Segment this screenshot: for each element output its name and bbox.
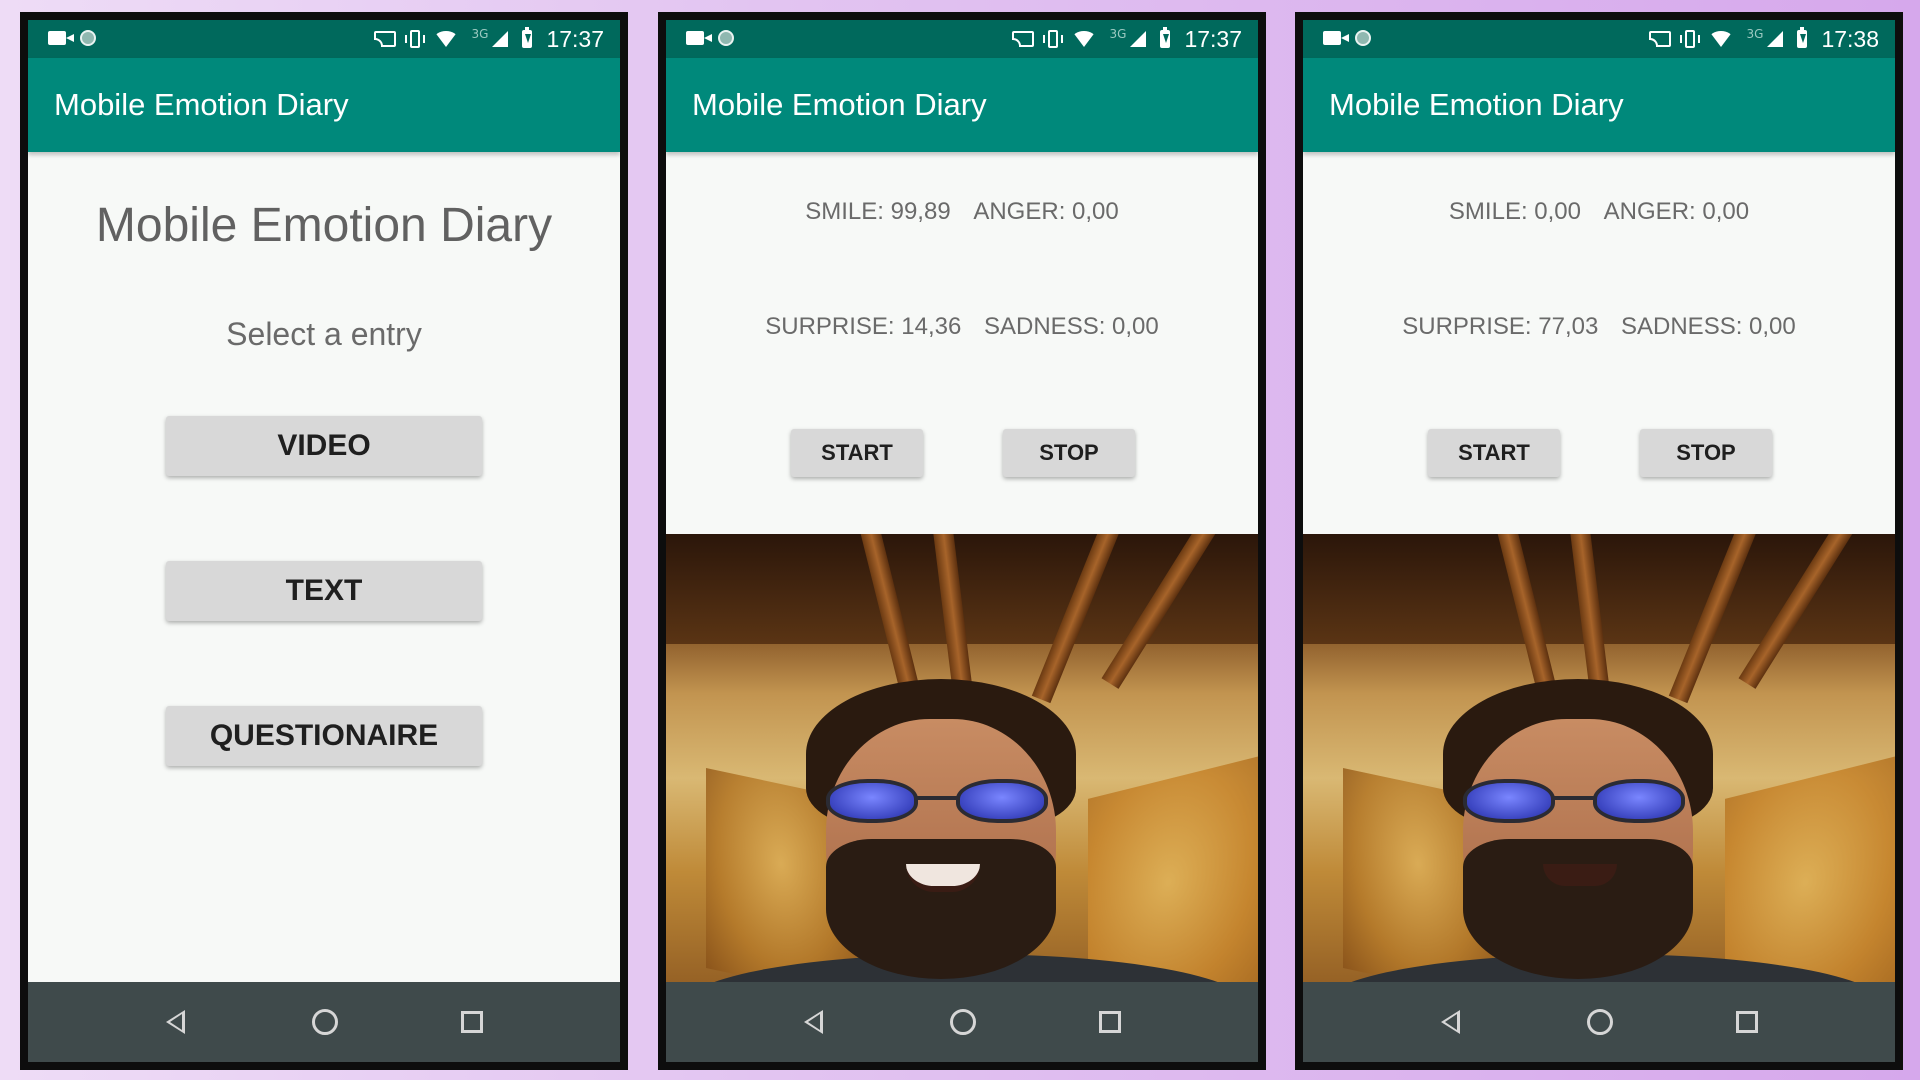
signal-icon [1130, 31, 1147, 47]
video-camera-icon [48, 31, 74, 45]
status-time: 17:37 [1184, 25, 1242, 52]
questionaire-button[interactable]: QUESTIONAIRE [166, 706, 482, 766]
phone-live-screen-1: 3G 17:37 Mobile Emotion Diary SMILE: 99,… [658, 12, 1266, 1070]
glasses-bridge [916, 796, 958, 800]
back-icon[interactable] [166, 1010, 185, 1034]
navigation-bar [28, 982, 620, 1062]
glasses-lens [1463, 779, 1555, 823]
status-time: 17:38 [1821, 25, 1879, 52]
emotion-row-1: SMILE: 99,89 ANGER: 0,00 [666, 198, 1258, 226]
battery-charging-icon [1160, 27, 1171, 48]
video-camera-icon [1323, 31, 1349, 45]
status-bar: 3G 17:38 [1303, 20, 1895, 58]
network-type: 3G [471, 27, 489, 41]
back-icon[interactable] [804, 1010, 823, 1034]
signal-icon [492, 31, 509, 47]
surprise-score: SURPRISE: 77,03 [1402, 313, 1599, 340]
emotion-row-2: SURPRISE: 14,36 SADNESS: 0,00 [666, 313, 1258, 341]
anger-score: ANGER: 0,00 [973, 198, 1119, 225]
network-type: 3G [1109, 27, 1127, 41]
wifi-icon [1071, 31, 1096, 47]
page-title: Mobile Emotion Diary [95, 199, 553, 252]
status-bar: 3G 17:37 [28, 20, 620, 58]
screen-live-1: 3G 17:37 Mobile Emotion Diary SMILE: 99,… [666, 20, 1258, 1062]
battery-charging-icon [522, 27, 533, 48]
back-icon[interactable] [1441, 1010, 1460, 1034]
smile-score: SMILE: 99,89 [805, 198, 951, 225]
vibrate-icon [1679, 30, 1700, 48]
phone-live-screen-2: 3G 17:38 Mobile Emotion Diary SMILE: 0,0… [1295, 12, 1903, 1070]
cast-icon [1648, 31, 1671, 47]
emotion-row-2: SURPRISE: 77,03 SADNESS: 0,00 [1303, 313, 1895, 341]
anger-score: ANGER: 0,00 [1603, 198, 1750, 225]
home-icon[interactable] [950, 1009, 976, 1035]
notification-dot-icon [1355, 30, 1371, 46]
phone-menu-screen: 3G 17:37 Mobile Emotion Diary Mobile Emo… [20, 12, 628, 1070]
start-button[interactable]: START [1428, 429, 1560, 477]
person-beard [826, 839, 1056, 979]
emotion-row-1: SMILE: 0,00 ANGER: 0,00 [1303, 198, 1895, 226]
app-bar: Mobile Emotion Diary [1303, 58, 1895, 152]
text-button[interactable]: TEXT [166, 561, 482, 621]
notification-dot-icon [80, 30, 96, 46]
notification-dot-icon [718, 30, 734, 46]
cast-icon [373, 31, 396, 47]
stop-button[interactable]: STOP [1640, 429, 1772, 477]
person-beard [1463, 839, 1693, 979]
start-button[interactable]: START [791, 429, 923, 477]
glasses-lens [1593, 779, 1685, 823]
vibrate-icon [404, 30, 425, 48]
glasses-lens [826, 779, 918, 823]
screen-live-2: 3G 17:38 Mobile Emotion Diary SMILE: 0,0… [1303, 20, 1895, 1062]
app-title: Mobile Emotion Diary [54, 87, 349, 122]
cast-icon [1011, 31, 1034, 47]
sadness-score: SADNESS: 0,00 [1621, 313, 1796, 340]
glasses-lens [956, 779, 1048, 823]
wifi-icon [1708, 31, 1733, 47]
video-button[interactable]: VIDEO [166, 416, 482, 476]
camera-preview [1303, 534, 1895, 1004]
recent-apps-icon[interactable] [461, 1011, 483, 1033]
signal-icon [1767, 31, 1784, 47]
recent-apps-icon[interactable] [1736, 1011, 1758, 1033]
home-icon[interactable] [1587, 1009, 1613, 1035]
network-type: 3G [1746, 27, 1764, 41]
status-time: 17:37 [546, 25, 604, 52]
glasses-bridge [1553, 796, 1595, 800]
smile-score: SMILE: 0,00 [1448, 198, 1581, 225]
video-camera-icon [686, 31, 712, 45]
app-bar: Mobile Emotion Diary [28, 58, 620, 152]
navigation-bar [666, 982, 1258, 1062]
person-mouth [1543, 864, 1617, 886]
status-bar: 3G 17:37 [666, 20, 1258, 58]
app-title: Mobile Emotion Diary [1329, 87, 1624, 122]
wifi-icon [433, 31, 458, 47]
battery-charging-icon [1797, 27, 1808, 48]
vibrate-icon [1042, 30, 1063, 48]
app-title: Mobile Emotion Diary [692, 87, 987, 122]
sadness-score: SADNESS: 0,00 [984, 313, 1159, 340]
navigation-bar [1303, 982, 1895, 1062]
stop-button[interactable]: STOP [1003, 429, 1135, 477]
entry-prompt: Select a entry [226, 316, 422, 352]
recent-apps-icon[interactable] [1099, 1011, 1121, 1033]
screen-menu: 3G 17:37 Mobile Emotion Diary Mobile Emo… [28, 20, 620, 1062]
surprise-score: SURPRISE: 14,36 [765, 313, 962, 340]
app-bar: Mobile Emotion Diary [666, 58, 1258, 152]
camera-preview [666, 534, 1258, 1004]
home-icon[interactable] [312, 1009, 338, 1035]
